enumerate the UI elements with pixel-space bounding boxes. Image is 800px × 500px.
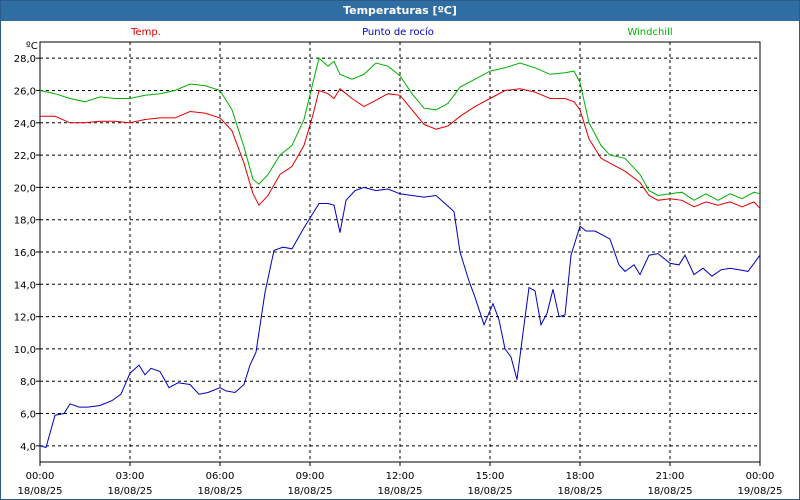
- x-tick-date-label: 18/08/25: [378, 486, 423, 497]
- x-tick-date-label: 18/08/25: [648, 486, 693, 497]
- x-tick-date-label: 18/08/25: [18, 486, 63, 497]
- y-tick-label: 22,0: [14, 151, 36, 162]
- y-tick-label: 12,0: [14, 313, 36, 324]
- x-tick-date-label: 18/08/25: [468, 486, 513, 497]
- y-tick-label: 26,0: [14, 86, 36, 97]
- y-tick-label: 16,0: [14, 248, 36, 259]
- temperature-chart: ºC 4,0 6,0 8,0 10,0 12,0 14,0 16,0 18,0 20,0 22,0…: [14, 26, 783, 497]
- x-tick-date-label: 18/08/25: [108, 486, 153, 497]
- y-tick-label: 14,0: [14, 280, 36, 291]
- y-tick-label: 10,0: [14, 345, 36, 356]
- legend-item-0: Temp.: [130, 27, 161, 38]
- x-axis-ticks: 00:00 18/08/25 03:00 18/08/25 06:00 18/08/25 0…: [18, 462, 783, 497]
- x-tick-time-label: 09:00: [296, 471, 325, 482]
- x-tick-time-label: 03:00: [116, 471, 145, 482]
- y-axis-label: ºC: [26, 41, 38, 52]
- x-tick-time-label: 21:00: [656, 471, 685, 482]
- x-tick-time-label: 15:00: [476, 471, 505, 482]
- x-tick-time-label: 00:00: [26, 471, 55, 482]
- y-tick-label: 20,0: [14, 183, 36, 194]
- x-tick-date-label: 19/08/25: [738, 486, 783, 497]
- x-tick-time-label: 00:00: [746, 471, 775, 482]
- x-tick-date-label: 18/08/25: [558, 486, 603, 497]
- y-tick-label: 28,0: [14, 54, 36, 65]
- legend: Temp. Punto de rocío Windchill: [130, 26, 673, 38]
- x-tick-time-label: 18:00: [566, 471, 595, 482]
- y-axis-ticks: 4,0 6,0 8,0 10,0 12,0 14,0 16,0 18,0 20,0 22,0 24,…: [14, 54, 40, 453]
- grid: [40, 42, 760, 462]
- y-tick-label: 6,0: [20, 410, 36, 421]
- x-tick-date-label: 18/08/25: [288, 486, 333, 497]
- x-tick-time-label: 12:00: [386, 471, 415, 482]
- x-tick-time-label: 06:00: [206, 471, 235, 482]
- x-tick-date-label: 18/08/25: [198, 486, 243, 497]
- y-tick-label: 4,0: [20, 442, 36, 453]
- series-line-0: [40, 88, 761, 209]
- legend-item-2: Windchill: [627, 27, 672, 38]
- y-tick-label: 24,0: [14, 119, 36, 130]
- y-tick-label: 18,0: [14, 216, 36, 227]
- legend-item-1: Punto de rocío: [362, 26, 434, 38]
- y-tick-label: 8,0: [20, 377, 36, 388]
